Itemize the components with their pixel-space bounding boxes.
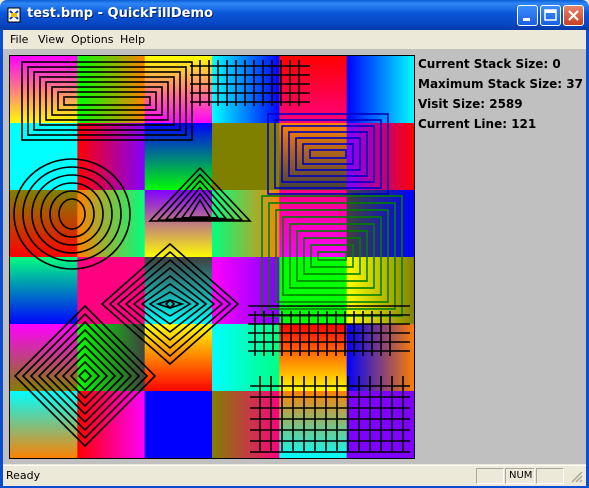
resize-grip-icon[interactable]: [571, 471, 583, 483]
visit-size: Visit Size: 2589: [418, 97, 523, 111]
current-stack-size: Current Stack Size: 0: [418, 57, 561, 71]
close-button[interactable]: [563, 5, 584, 26]
status-bar: Ready NUM: [3, 465, 586, 486]
maximum-stack-size: Maximum Stack Size: 37: [418, 77, 583, 91]
fill-pattern-image: [10, 56, 414, 458]
minimize-icon: [523, 18, 530, 21]
app-window: test.bmp - QuickFillDemo File View Optio…: [0, 0, 589, 488]
current-line: Current Line: 121: [418, 117, 537, 131]
title-bar[interactable]: test.bmp - QuickFillDemo: [0, 0, 589, 30]
status-panel-scrl: [536, 468, 564, 484]
status-panel-caps: [476, 468, 504, 484]
status-text: Ready: [6, 469, 41, 482]
bitmap-canvas[interactable]: [9, 55, 415, 459]
menu-view[interactable]: View: [38, 33, 64, 46]
close-icon: [568, 10, 579, 21]
maximize-button[interactable]: [540, 5, 561, 26]
menu-bar: File View Options Help: [3, 30, 586, 49]
minimize-button[interactable]: [517, 5, 538, 26]
status-panel-num: NUM: [505, 468, 535, 484]
menu-file[interactable]: File: [10, 33, 28, 46]
menu-help[interactable]: Help: [120, 33, 145, 46]
maximize-icon: [544, 9, 557, 21]
app-icon: [7, 7, 21, 23]
window-title: test.bmp - QuickFillDemo: [27, 6, 213, 21]
menu-options[interactable]: Options: [71, 33, 113, 46]
